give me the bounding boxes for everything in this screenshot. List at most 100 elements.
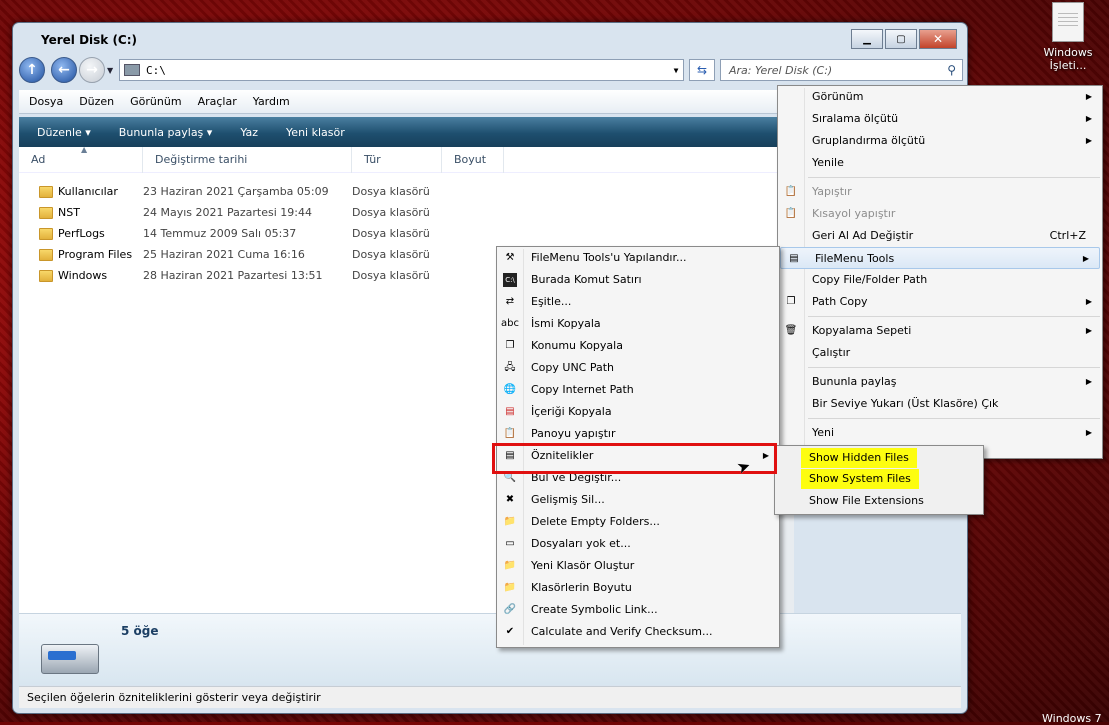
paste-icon: 📋 xyxy=(784,186,798,197)
menu-item-filemenu-tools[interactable]: ▤ FileMenu Tools ▶ xyxy=(780,247,1100,269)
menu-item-path-copy[interactable]: ❐ Path Copy ▶ xyxy=(778,291,1102,313)
folder-icon xyxy=(39,227,53,240)
folder-icon xyxy=(39,248,53,261)
show-system-files[interactable]: Show System Files xyxy=(775,468,983,490)
menu-duzen[interactable]: Düzen xyxy=(79,95,114,108)
fmt-configure[interactable]: ⚒ FileMenu Tools'u Yapılandır... xyxy=(497,247,779,269)
fmt-shred-files[interactable]: ▭ Dosyaları yok et... xyxy=(497,533,779,555)
globe-icon: 🌐 xyxy=(503,384,517,395)
column-type[interactable]: Tür xyxy=(352,147,442,173)
shred-icon: ▭ xyxy=(505,538,515,549)
menu-gorunum[interactable]: Görünüm xyxy=(130,95,181,108)
table-row[interactable]: Program Files 25 Haziran 2021 Cuma 16:16… xyxy=(19,244,519,265)
fmt-paste-clipboard[interactable]: 📋 Panoyu yapıştır xyxy=(497,423,779,445)
minimize-button[interactable]: ▁ xyxy=(851,29,883,49)
item-count: 5 öğe xyxy=(121,624,159,638)
close-button[interactable]: ✕ xyxy=(919,29,957,49)
title-bar[interactable]: Yerel Disk (C:) ▁ ▢ ✕ xyxy=(13,23,967,57)
show-file-extensions[interactable]: Show File Extensions xyxy=(775,490,983,512)
unc-icon: 🖧 xyxy=(504,362,516,373)
file-date: 14 Temmuz 2009 Salı 05:37 xyxy=(143,227,297,240)
forward-button[interactable]: ← xyxy=(51,57,77,83)
menu-item-share-with[interactable]: Bununla paylaş ▶ xyxy=(778,371,1102,393)
menu-item-undo-rename[interactable]: Geri Al Ad Değiştir Ctrl+Z xyxy=(778,225,1102,247)
menu-item-paste-shortcut[interactable]: 📋 Kısayol yapıştır xyxy=(778,203,1102,225)
desktop-icon-label-2: İşleti... xyxy=(1049,59,1087,72)
share-with-button[interactable]: Bununla paylaş ▾ xyxy=(119,126,213,139)
copy-name-icon: abc xyxy=(501,318,519,329)
fmt-new-folder[interactable]: 📁 Yeni Klasör Oluştur xyxy=(497,555,779,577)
folder-icon xyxy=(39,206,53,219)
back-button[interactable]: ↑ xyxy=(19,57,45,83)
file-date: 28 Haziran 2021 Pazartesi 13:51 xyxy=(143,269,323,282)
search-placeholder: Ara: Yerel Disk (C:) xyxy=(729,63,833,77)
fmt-advanced-delete[interactable]: ✖ Gelişmiş Sil... xyxy=(497,489,779,511)
folder-size-icon: 📁 xyxy=(503,582,517,593)
file-date: 23 Haziran 2021 Çarşamba 05:09 xyxy=(143,185,329,198)
search-icon[interactable]: ⚲ xyxy=(947,63,956,77)
table-row[interactable]: Windows 28 Haziran 2021 Pazartesi 13:51 … xyxy=(19,265,519,286)
organize-button[interactable]: Düzenle ▾ xyxy=(37,126,91,139)
column-date[interactable]: Değiştirme tarihi xyxy=(143,147,352,173)
show-hidden-files[interactable]: Show Hidden Files xyxy=(775,446,983,468)
file-type: Dosya klasörü xyxy=(352,269,430,282)
table-row[interactable]: Kullanıcılar 23 Haziran 2021 Çarşamba 05… xyxy=(19,181,519,202)
delete-folders-icon: 📁 xyxy=(503,516,517,527)
fmt-copy-name[interactable]: abc İsmi Kopyala xyxy=(497,313,779,335)
document-icon xyxy=(1052,2,1084,42)
desktop-icon[interactable]: Windows İşleti... xyxy=(1036,0,1100,72)
fmt-synchronize[interactable]: ⇄ Eşitle... xyxy=(497,291,779,313)
fmt-symbolic-link[interactable]: 🔗 Create Symbolic Link... xyxy=(497,599,779,621)
file-name: Windows xyxy=(58,269,108,282)
menu-item-up-one-level[interactable]: Bir Seviye Yukarı (Üst Klasöre) Çık xyxy=(778,393,1102,415)
column-size[interactable]: Boyut xyxy=(442,147,504,173)
menu-item-copy-basket[interactable]: 🗑 Kopyalama Sepeti ▶ xyxy=(778,320,1102,342)
file-name: PerfLogs xyxy=(58,227,105,240)
next-button[interactable]: → xyxy=(79,57,105,83)
fmt-copy-content[interactable]: ▤ İçeriği Kopyala xyxy=(497,401,779,423)
menu-dosya[interactable]: Dosya xyxy=(29,95,63,108)
file-date: 25 Haziran 2021 Cuma 16:16 xyxy=(143,248,305,261)
recent-pages-dropdown[interactable]: ▼ xyxy=(107,66,113,75)
filemenu-tools-icon: ▤ xyxy=(789,253,799,264)
hard-drive-icon xyxy=(41,644,99,674)
search-input[interactable]: Ara: Yerel Disk (C:) ⚲ xyxy=(720,59,963,81)
table-row[interactable]: PerfLogs 14 Temmuz 2009 Salı 05:37 Dosya… xyxy=(19,223,519,244)
new-folder-button[interactable]: Yeni klasör xyxy=(286,126,345,139)
menu-item-view[interactable]: Görünüm ▶ xyxy=(778,86,1102,108)
fmt-copy-internet-path[interactable]: 🌐 Copy Internet Path xyxy=(497,379,779,401)
menu-item-refresh[interactable]: Yenile xyxy=(778,152,1102,174)
refresh-button[interactable]: ⇆ xyxy=(689,59,715,81)
fmt-copy-unc-path[interactable]: 🖧 Copy UNC Path xyxy=(497,357,779,379)
fmt-checksum[interactable]: ✔ Calculate and Verify Checksum... xyxy=(497,621,779,643)
clipboard-icon: 📋 xyxy=(503,428,517,439)
address-bar[interactable]: C:\ ▼ xyxy=(119,59,684,81)
watermark-text: Windows 7 xyxy=(1042,712,1102,725)
burn-button[interactable]: Yaz xyxy=(240,126,258,139)
window-title: Yerel Disk (C:) xyxy=(41,33,138,47)
path-copy-icon: ❐ xyxy=(786,296,796,307)
fmt-command-prompt[interactable]: C:\ Burada Komut Satırı xyxy=(497,269,779,291)
menu-araclar[interactable]: Araçlar xyxy=(198,95,237,108)
file-type: Dosya klasörü xyxy=(352,227,430,240)
address-text: C:\ xyxy=(146,63,166,77)
address-dropdown-icon[interactable]: ▼ xyxy=(669,66,683,75)
table-row[interactable]: NST 24 Mayıs 2021 Pazartesi 19:44 Dosya … xyxy=(19,202,519,223)
maximize-button[interactable]: ▢ xyxy=(885,29,917,49)
file-type: Dosya klasörü xyxy=(352,185,430,198)
menu-item-copy-path[interactable]: Copy File/Folder Path xyxy=(778,269,1102,291)
menu-item-group-by[interactable]: Gruplandırma ölçütü ▶ xyxy=(778,130,1102,152)
fmt-folder-size[interactable]: 📁 Klasörlerin Boyutu xyxy=(497,577,779,599)
folder-icon xyxy=(39,185,53,198)
paste-shortcut-icon: 📋 xyxy=(784,208,798,219)
status-bar: Seçilen öğelerin özniteliklerini gösteri… xyxy=(19,686,961,708)
tools-icon: ⚒ xyxy=(505,252,515,263)
menu-item-new[interactable]: Yeni ▶ xyxy=(778,422,1102,444)
menu-item-paste[interactable]: 📋 Yapıştır xyxy=(778,181,1102,203)
fmt-copy-path[interactable]: ❐ Konumu Kopyala xyxy=(497,335,779,357)
fmt-delete-empty-folders[interactable]: 📁 Delete Empty Folders... xyxy=(497,511,779,533)
menu-item-sort-by[interactable]: Sıralama ölçütü ▶ xyxy=(778,108,1102,130)
file-name: Kullanıcılar xyxy=(58,185,118,198)
menu-item-run[interactable]: Çalıştır xyxy=(778,342,1102,364)
menu-yardim[interactable]: Yardım xyxy=(253,95,290,108)
